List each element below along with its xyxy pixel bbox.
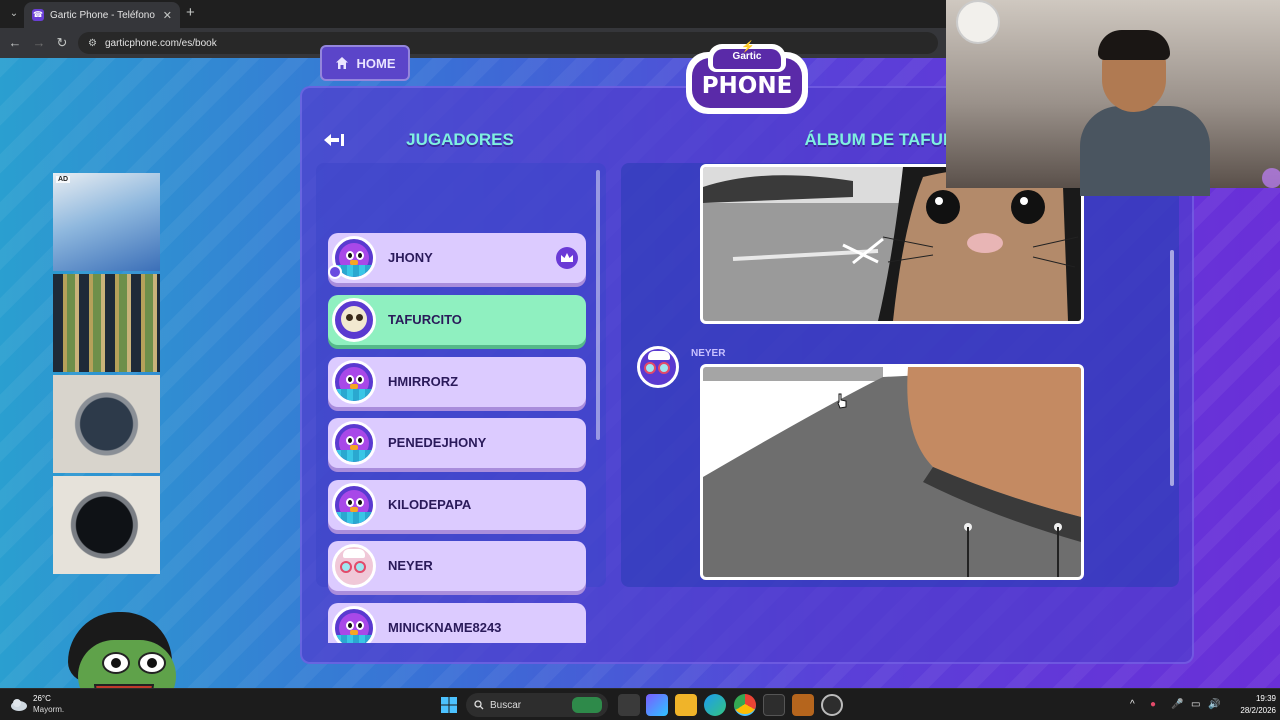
players-clip: MINICKNAME8243 <box>316 590 606 643</box>
player-name: MINICKNAME8243 <box>388 620 502 635</box>
site-info-icon[interactable]: ⚙ <box>88 38 97 49</box>
player-row-neyer[interactable]: NEYER <box>328 541 586 591</box>
weather-description: Mayorm. <box>33 705 65 714</box>
search-icon <box>474 700 484 710</box>
file-explorer-icon[interactable] <box>675 694 697 716</box>
bird-avatar-icon <box>332 483 376 527</box>
clock-time[interactable]: 19:39 <box>1236 694 1276 703</box>
taskbar-search[interactable]: Buscar <box>466 693 608 717</box>
home-button[interactable]: HOME <box>320 45 410 81</box>
home-icon <box>335 57 348 69</box>
cloud-weather-icon <box>11 699 27 711</box>
url-text: garticphone.com/es/book <box>104 37 217 49</box>
new-tab-button[interactable]: + <box>186 5 195 21</box>
player-row-minickname8243[interactable]: MINICKNAME8243 <box>328 603 586 643</box>
player-row-hmirrorz[interactable]: HMIRRORZ <box>328 357 586 407</box>
player-row-penedejhony[interactable]: PENEDEJHONY <box>328 418 586 468</box>
logo-text-small: Gartic <box>732 51 762 62</box>
forward-button[interactable]: → <box>30 34 48 52</box>
crown-icon <box>556 247 578 269</box>
network-icon[interactable]: ▭ <box>1191 698 1200 712</box>
player-row-jhony[interactable]: JHONY <box>328 233 586 283</box>
player-name: HMIRRORZ <box>388 374 459 389</box>
player-name: JHONY <box>388 250 433 265</box>
close-tab-icon[interactable]: ✕ <box>163 9 172 22</box>
microphone-icon[interactable]: 🎤 <box>1171 698 1183 712</box>
players-title: JUGADORES <box>406 130 514 149</box>
player-row-kilodepapa[interactable]: KILODEPAPA <box>328 480 586 530</box>
exit-arrow-icon[interactable] <box>322 131 346 149</box>
bird-avatar-icon <box>332 360 376 404</box>
album-scrollbar[interactable] <box>1170 250 1174 486</box>
bird-avatar-icon <box>332 606 376 643</box>
tray-chevron-icon[interactable]: ^ <box>1130 698 1135 712</box>
obs-icon[interactable] <box>821 694 843 716</box>
ad-image-projector[interactable]: AD <box>53 173 160 271</box>
skull-avatar-icon <box>332 298 376 342</box>
ad-tag: AD <box>56 176 71 183</box>
back-button[interactable]: ← <box>6 34 24 52</box>
player-row-tafurcito[interactable]: TAFURCITO <box>328 295 586 345</box>
home-label: HOME <box>356 55 396 71</box>
windows-start-icon[interactable] <box>438 694 460 716</box>
search-placeholder: Buscar <box>490 699 522 711</box>
minecraft-icon[interactable] <box>792 694 814 716</box>
tab-title: Gartic Phone - Teléfono Descon <box>50 9 157 21</box>
logo-text-big: PHONE <box>701 73 793 99</box>
tray-app-icon[interactable]: ● <box>1150 698 1156 712</box>
store-icon[interactable] <box>763 694 785 716</box>
host-badge-icon <box>328 265 342 279</box>
address-bar[interactable]: ⚙ garticphone.com/es/book <box>78 32 938 54</box>
fan-object <box>956 0 1000 44</box>
goggles-avatar-icon <box>332 544 376 588</box>
copilot-icon[interactable] <box>646 694 668 716</box>
ad-image-cards[interactable] <box>53 274 160 372</box>
player-name: PENEDEJHONY <box>388 435 487 450</box>
weather-temperature: 26°C <box>33 694 51 703</box>
volume-icon[interactable]: 🔊 <box>1208 698 1220 712</box>
clock-date[interactable]: 28/2/2026 <box>1226 706 1276 715</box>
search-highlight-icon <box>572 697 602 713</box>
bird-avatar-icon <box>332 421 376 465</box>
gartic-phone-logo: ⚡ Gartic PHONE <box>686 42 808 120</box>
chrome-icon[interactable] <box>734 694 756 716</box>
album-drawing-hoodie <box>700 364 1084 580</box>
reload-button[interactable]: ↻ <box>53 34 71 52</box>
browser-tab[interactable]: ☎ Gartic Phone - Teléfono Descon ✕ <box>24 2 180 28</box>
windows-taskbar: 26°C Mayorm. Buscar ^ ● 🎤 ▭ 🔊 19:39 28/2… <box>0 688 1280 720</box>
edge-icon[interactable] <box>704 694 726 716</box>
ad-column[interactable]: AD <box>53 173 160 574</box>
album-author-label: NEYER <box>691 348 726 359</box>
ad-image-watch-blue[interactable] <box>53 375 160 473</box>
player-name: NEYER <box>388 558 433 573</box>
players-scrollbar[interactable] <box>596 170 600 440</box>
ad-image-watch-black[interactable] <box>53 476 160 574</box>
streamer-person <box>1080 30 1220 196</box>
task-view-icon[interactable] <box>618 694 640 716</box>
player-name: TAFURCITO <box>388 312 462 327</box>
rgb-light <box>1262 168 1280 188</box>
hand-cursor-icon <box>837 393 847 409</box>
gartic-favicon-icon: ☎ <box>32 9 44 21</box>
tab-list-button[interactable]: ⌄ <box>6 6 22 22</box>
player-name: KILODEPAPA <box>388 497 472 512</box>
album-drawing-seal <box>700 164 1084 324</box>
neyer-avatar-icon <box>637 346 679 388</box>
